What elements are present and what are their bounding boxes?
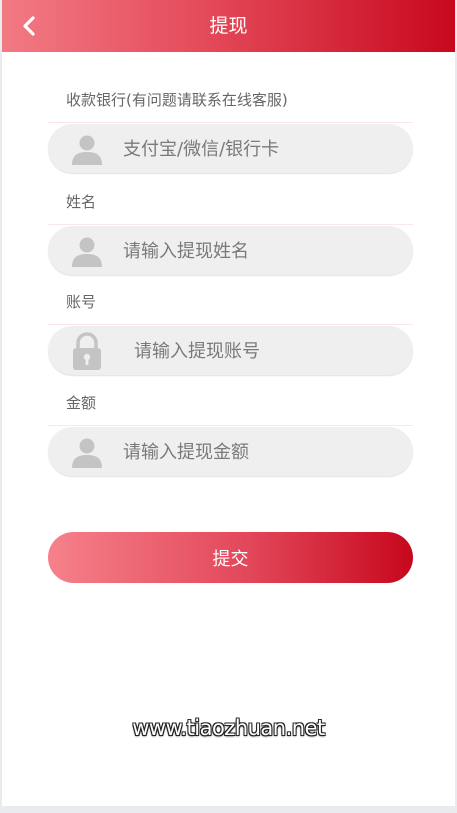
withdraw-page: 提现 收款银行(有问题请联系在线客服) 姓名 账号 金额 (2, 0, 455, 806)
amount-label: 金额 (66, 394, 97, 412)
account-label: 账号 (66, 293, 97, 311)
page-title: 提现 (209, 15, 248, 37)
account-field (48, 326, 416, 377)
name-field (48, 226, 413, 277)
lock-icon (73, 332, 101, 370)
account-input[interactable] (132, 326, 416, 377)
bank-field (48, 124, 413, 175)
divider (48, 324, 413, 325)
bank-label: 收款银行(有问题请联系在线客服) (66, 91, 288, 109)
user-icon (72, 135, 102, 165)
submit-button[interactable]: 提交 (48, 532, 413, 583)
watermark-text: www.tiaozhuan.net (132, 716, 325, 740)
name-input[interactable] (121, 226, 405, 277)
divider (48, 224, 413, 225)
user-icon (72, 438, 102, 468)
name-label: 姓名 (66, 193, 97, 211)
divider (48, 425, 413, 426)
user-icon (72, 237, 102, 267)
header-bar: 提现 (2, 0, 455, 52)
bank-input[interactable] (121, 124, 405, 175)
amount-input[interactable] (121, 427, 405, 478)
amount-field (48, 427, 413, 478)
divider (48, 122, 413, 123)
